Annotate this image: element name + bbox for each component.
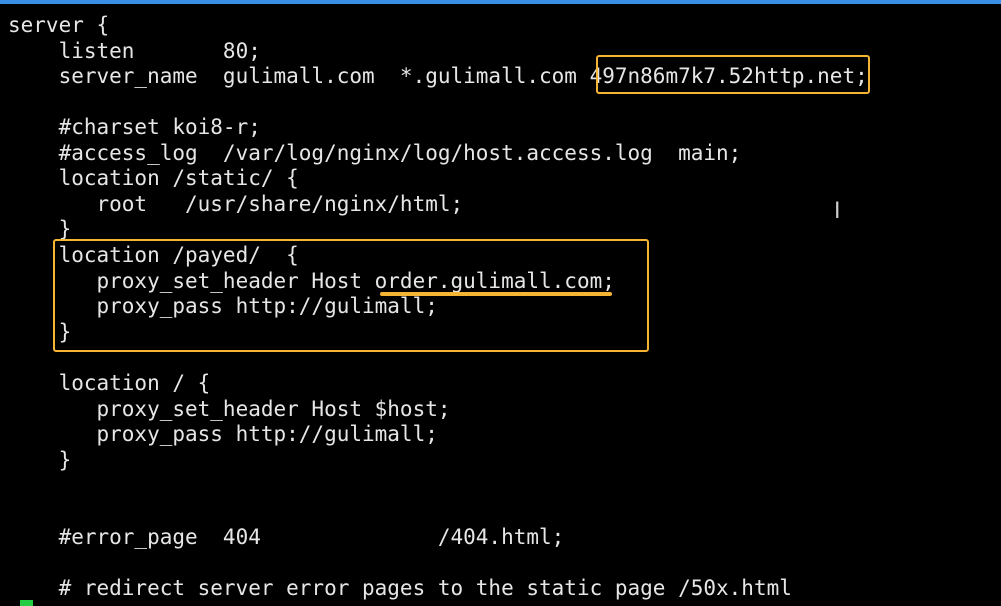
terminal-window[interactable]: server { listen 80; server_name gulimall… [0,0,1001,606]
code-line-2: listen 80; [8,39,261,63]
code-line-17: proxy_pass http://gulimall; [8,422,438,446]
underline-order-host [380,292,612,296]
text-cursor-icon: I [834,199,841,224]
code-line-15: location / { [8,371,211,395]
code-line-6: #access_log /var/log/nginx/log/host.acce… [8,141,742,165]
code-line-8: root /usr/share/nginx/html; [8,192,464,216]
code-line-5: #charset koi8-r; [8,115,261,139]
code-line-18: } [8,448,72,472]
code-line-21: #error_page 404 /404.html; [8,525,565,549]
code-line-7: location /static/ { [8,166,299,190]
code-line-23: # redirect server error pages to the sta… [8,576,792,600]
window-top-border [0,0,1001,4]
highlight-box-server-name [596,55,870,94]
code-line-1: server { [8,13,110,37]
terminal-caret [20,600,33,606]
code-line-16: proxy_set_header Host $host; [8,397,451,421]
